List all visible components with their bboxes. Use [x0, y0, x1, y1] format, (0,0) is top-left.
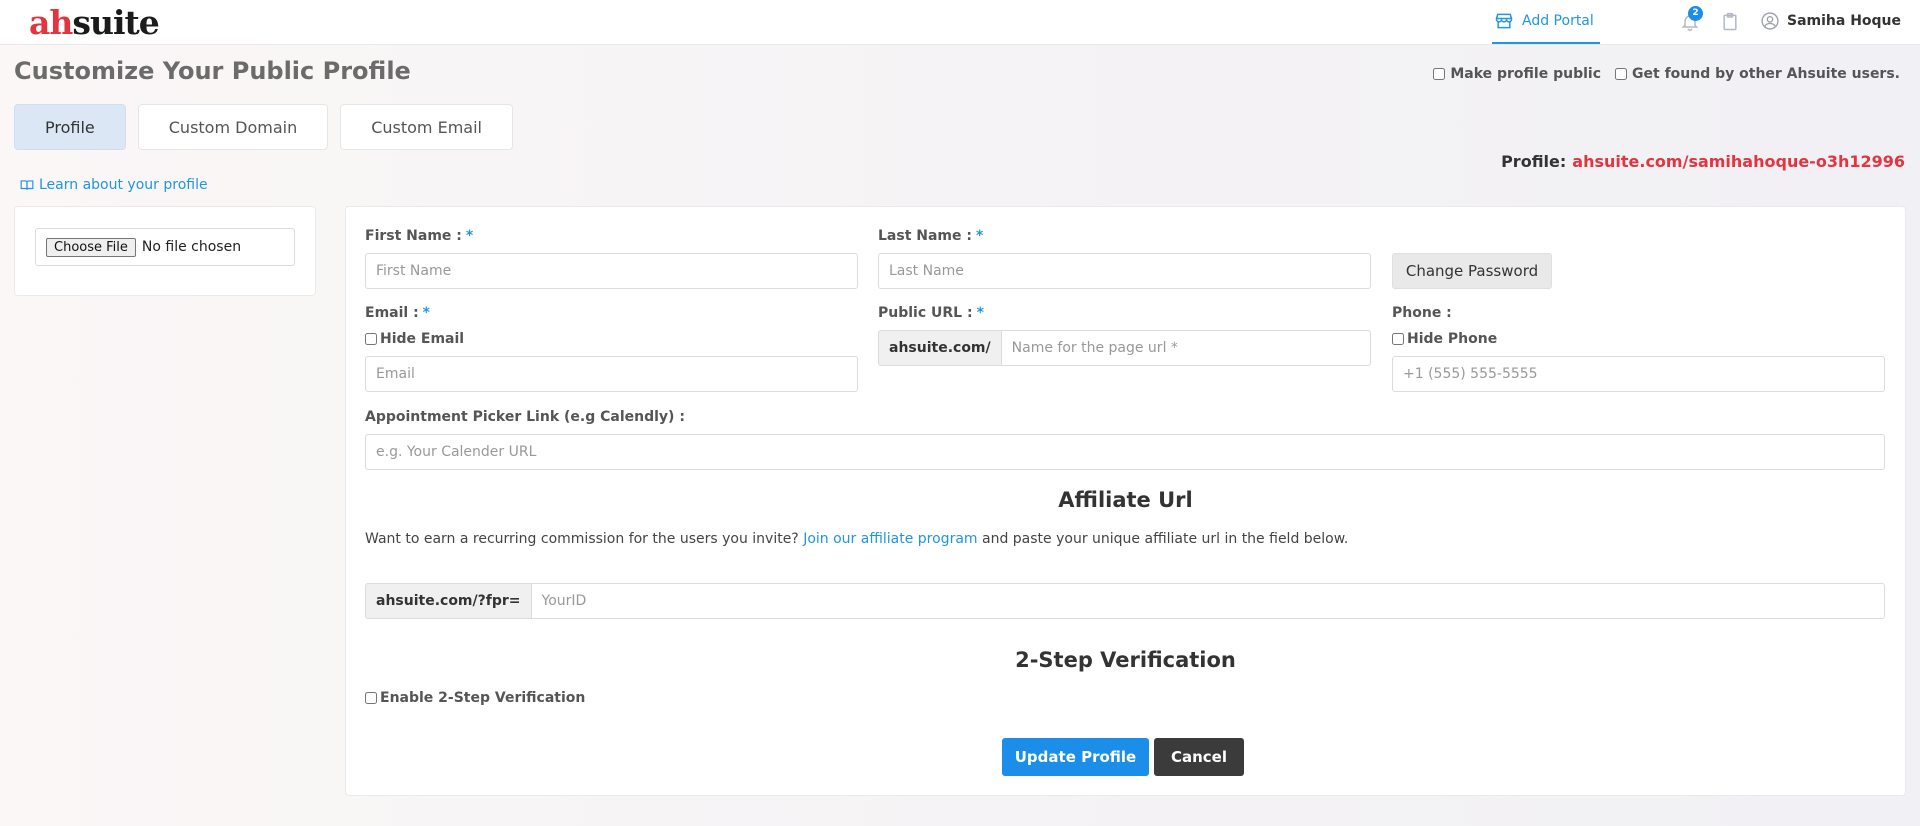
get-found-option[interactable]: Get found by other Ahsuite users.	[1615, 66, 1900, 82]
phone-label: Phone :	[1392, 305, 1452, 321]
file-input[interactable]: Choose File No file chosen	[35, 228, 295, 266]
clipboard-icon	[1723, 12, 1737, 31]
learn-about-profile-link[interactable]: Learn about your profile	[20, 177, 208, 193]
user-menu[interactable]: Samiha Hoque	[1760, 11, 1901, 31]
appointment-label: Appointment Picker Link (e.g Calendly) :	[365, 409, 685, 425]
public-url-group: ahsuite.com/ Name for the page url *	[878, 330, 1371, 366]
profile-url-display: Profile: ahsuite.com/samihahoque-o3h12996	[1501, 152, 1905, 171]
tab-custom-email[interactable]: Custom Email	[340, 104, 513, 150]
profile-tabs: Profile Custom Domain Custom Email	[14, 104, 513, 150]
get-found-checkbox[interactable]	[1615, 68, 1628, 80]
user-circle-icon	[1761, 12, 1779, 30]
store-icon	[1495, 13, 1513, 29]
clipboard-button[interactable]	[1720, 12, 1740, 32]
book-icon	[20, 180, 34, 190]
page-title: Customize Your Public Profile	[14, 57, 411, 85]
update-profile-button[interactable]: Update Profile	[1002, 738, 1149, 776]
enable-two-step-option[interactable]: Enable 2-Step Verification	[365, 690, 585, 706]
enable-two-step-checkbox[interactable]	[365, 692, 377, 704]
affiliate-description: Want to earn a recurring commission for …	[365, 531, 1349, 547]
phone-input[interactable]: +1 (555) 555-5555	[1392, 356, 1885, 392]
public-url-label: Public URL : *	[878, 305, 984, 321]
last-name-label: Last Name : *	[878, 228, 984, 244]
profile-url-link[interactable]: ahsuite.com/samihahoque-o3h12996	[1572, 152, 1905, 171]
file-status: No file chosen	[141, 239, 242, 255]
affiliate-url-prefix: ahsuite.com/?fpr=	[365, 583, 531, 619]
last-name-input[interactable]: Last Name	[878, 253, 1371, 289]
tab-custom-domain[interactable]: Custom Domain	[137, 104, 329, 150]
hide-phone-checkbox[interactable]	[1392, 333, 1404, 345]
make-profile-public-checkbox[interactable]	[1433, 68, 1446, 80]
email-input[interactable]: Email	[365, 356, 858, 392]
public-url-input[interactable]: Name for the page url *	[1000, 330, 1371, 366]
hide-phone-option[interactable]: Hide Phone	[1392, 331, 1497, 347]
user-name: Samiha Hoque	[1787, 13, 1902, 29]
profile-form-card: First Name : * First Name Last Name : * La…	[345, 206, 1906, 796]
ahsuite-logo[interactable]: ahsuite	[29, 3, 160, 42]
two-step-title: 2-Step Verification	[1015, 648, 1236, 672]
add-portal-button[interactable]: Add Portal	[1492, 0, 1600, 44]
affiliate-title: Affiliate Url	[1058, 488, 1193, 512]
appointment-link-input[interactable]: e.g. Your Calender URL	[365, 434, 1885, 470]
change-password-button[interactable]: Change Password	[1392, 253, 1552, 289]
first-name-input[interactable]: First Name	[365, 253, 858, 289]
notifications-button[interactable]: 2	[1680, 6, 1703, 32]
notification-badge: 2	[1688, 6, 1703, 21]
avatar-upload-card: Choose File No file chosen	[14, 206, 316, 296]
hide-email-option[interactable]: Hide Email	[365, 331, 464, 347]
affiliate-program-link[interactable]: Join our affiliate program	[803, 531, 977, 547]
email-label: Email : *	[365, 305, 430, 321]
affiliate-id-input[interactable]: YourID	[530, 583, 1885, 619]
cancel-button[interactable]: Cancel	[1154, 738, 1244, 776]
tab-profile[interactable]: Profile	[14, 104, 126, 150]
make-profile-public-option[interactable]: Make profile public	[1433, 66, 1601, 82]
visibility-options: Make profile public Get found by other A…	[1433, 66, 1900, 82]
top-navbar: ahsuite Add Portal 2 Samiha Hoque	[0, 0, 1920, 45]
affiliate-url-group: ahsuite.com/?fpr= YourID	[365, 583, 1885, 619]
first-name-label: First Name : *	[365, 228, 474, 244]
public-url-prefix: ahsuite.com/	[878, 330, 1001, 366]
hide-email-checkbox[interactable]	[365, 333, 377, 345]
choose-file-button[interactable]: Choose File	[46, 237, 136, 257]
